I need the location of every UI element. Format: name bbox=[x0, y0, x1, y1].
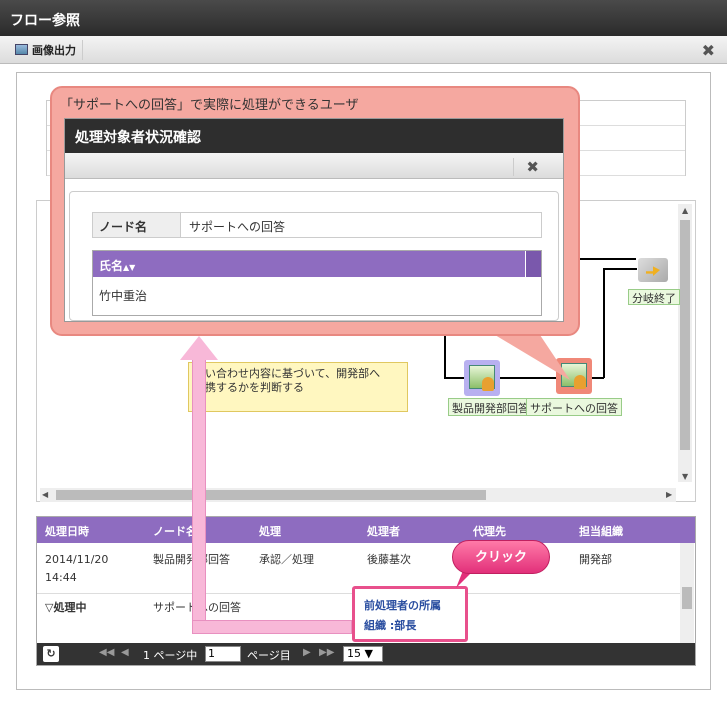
diagram-vertical-scrollbar[interactable] bbox=[678, 204, 692, 482]
window-title: フロー参照 bbox=[0, 0, 727, 36]
scroll-up-icon[interactable]: ▲ bbox=[682, 206, 688, 215]
page-prefix: 1 ページ中 bbox=[143, 649, 198, 662]
node-label: 製品開発部回答 bbox=[448, 398, 533, 416]
diagram-horizontal-scrollbar[interactable] bbox=[40, 488, 676, 502]
scroll-thumb[interactable] bbox=[680, 220, 690, 450]
page-suffix: ページ目 bbox=[247, 649, 291, 662]
grid-cell: 承認／処理 bbox=[259, 553, 314, 566]
last-page-icon[interactable]: ▶▶ bbox=[319, 647, 334, 658]
node-name-value: サポートへの回答 bbox=[189, 220, 286, 234]
callout-caption: 「サポートへの回答」で実際に処理ができるユーザ bbox=[60, 98, 359, 113]
scroll-left-icon[interactable]: ◀ bbox=[42, 490, 48, 499]
flow-connector bbox=[603, 268, 605, 378]
pointer-arrow bbox=[192, 356, 206, 632]
node-product-dev-answer[interactable] bbox=[464, 360, 500, 396]
per-page-select[interactable]: 15 ▼ bbox=[343, 646, 383, 662]
dialog-title: 処理対象者状況確認 bbox=[65, 119, 563, 153]
pointer-arrow bbox=[192, 620, 352, 634]
handler-row: 竹中重治 bbox=[99, 289, 148, 303]
pager: ↻ ◀◀ ◀ 1 ページ中 1 ページ目 ▶ ▶▶ 15 ▼ bbox=[37, 643, 695, 665]
flow-connector bbox=[603, 268, 637, 270]
grid-header: 処理日時 ノード名 処理 処理者 代理先 担当組織 bbox=[37, 517, 695, 543]
flow-connector bbox=[580, 258, 636, 260]
scroll-down-icon[interactable]: ▼ bbox=[682, 472, 688, 481]
node-label: サポートへの回答 bbox=[526, 398, 622, 416]
column-header[interactable]: ノード名 bbox=[153, 523, 197, 539]
flow-connector bbox=[500, 377, 556, 379]
node-support-answer[interactable] bbox=[556, 358, 592, 394]
page-input[interactable]: 1 bbox=[205, 646, 241, 662]
diagram-note: い合わせ内容に基づいて、開発部へ 携するかを判断する bbox=[188, 362, 408, 412]
column-header[interactable]: 代理先 bbox=[473, 523, 506, 539]
close-icon[interactable]: ✖ bbox=[513, 158, 539, 176]
note-line-1: い合わせ内容に基づいて、開発部へ bbox=[205, 367, 381, 380]
toolbar: 画像出力 ✖ bbox=[0, 36, 727, 64]
grid-cell: 後藤基次 bbox=[367, 553, 411, 566]
image-output-label: 画像出力 bbox=[32, 44, 76, 57]
flow-connector bbox=[444, 377, 464, 379]
image-icon bbox=[15, 44, 28, 55]
click-badge: クリック bbox=[452, 540, 550, 574]
next-page-icon[interactable]: ▶ bbox=[303, 647, 311, 658]
grid-vertical-scrollbar[interactable] bbox=[680, 543, 694, 643]
image-output-button[interactable]: 画像出力 bbox=[10, 40, 83, 60]
grid-cell: ▽処理中 bbox=[45, 601, 87, 614]
grid-cell: 14:44 bbox=[45, 571, 77, 584]
close-icon[interactable]: ✖ bbox=[702, 41, 715, 60]
scroll-right-icon[interactable]: ▶ bbox=[666, 490, 672, 499]
column-header[interactable]: 担当組織 bbox=[579, 523, 623, 539]
sort-icon: ▲▼ bbox=[123, 263, 136, 272]
grid-cell: 開発部 bbox=[579, 553, 612, 566]
user-icon bbox=[482, 377, 494, 391]
name-column-header[interactable]: 氏名▲▼ bbox=[93, 251, 541, 277]
grid-cell: 2014/11/20 bbox=[45, 553, 109, 566]
branch-end-icon[interactable] bbox=[638, 258, 668, 282]
flow-connector bbox=[444, 336, 446, 378]
name-header-label: 氏名 bbox=[99, 259, 124, 273]
user-icon bbox=[574, 375, 586, 389]
handler-link-line-2: 組織 :部長 bbox=[364, 619, 417, 632]
handler-status-dialog: 処理対象者状況確認 ✖ ノード名 サポートへの回答 氏名▲▼ 竹中重治 bbox=[64, 118, 564, 322]
prev-page-icon[interactable]: ◀ bbox=[121, 647, 129, 658]
node-label: 分岐終了 bbox=[628, 289, 680, 305]
node-name-label: ノード名 bbox=[93, 213, 181, 237]
first-page-icon[interactable]: ◀◀ bbox=[99, 647, 114, 658]
note-line-2: 携するかを判断する bbox=[205, 381, 304, 394]
handler-grid: 氏名▲▼ 竹中重治 bbox=[92, 250, 542, 316]
column-header[interactable]: 処理 bbox=[259, 523, 281, 539]
column-header[interactable]: 処理日時 bbox=[45, 523, 89, 539]
header-scroll-spacer bbox=[525, 251, 541, 277]
scroll-thumb[interactable] bbox=[682, 587, 692, 609]
handler-link-line-1: 前処理者の所属 bbox=[364, 599, 441, 612]
refresh-icon[interactable]: ↻ bbox=[43, 646, 59, 662]
dialog-toolbar: ✖ bbox=[65, 153, 563, 179]
column-header[interactable]: 処理者 bbox=[367, 523, 400, 539]
scroll-thumb[interactable] bbox=[56, 490, 486, 500]
node-name-field: ノード名 サポートへの回答 bbox=[92, 212, 542, 238]
dialog-body: ノード名 サポートへの回答 氏名▲▼ 竹中重治 bbox=[69, 191, 559, 321]
handler-link[interactable]: 前処理者の所属 組織 :部長 bbox=[364, 596, 441, 636]
